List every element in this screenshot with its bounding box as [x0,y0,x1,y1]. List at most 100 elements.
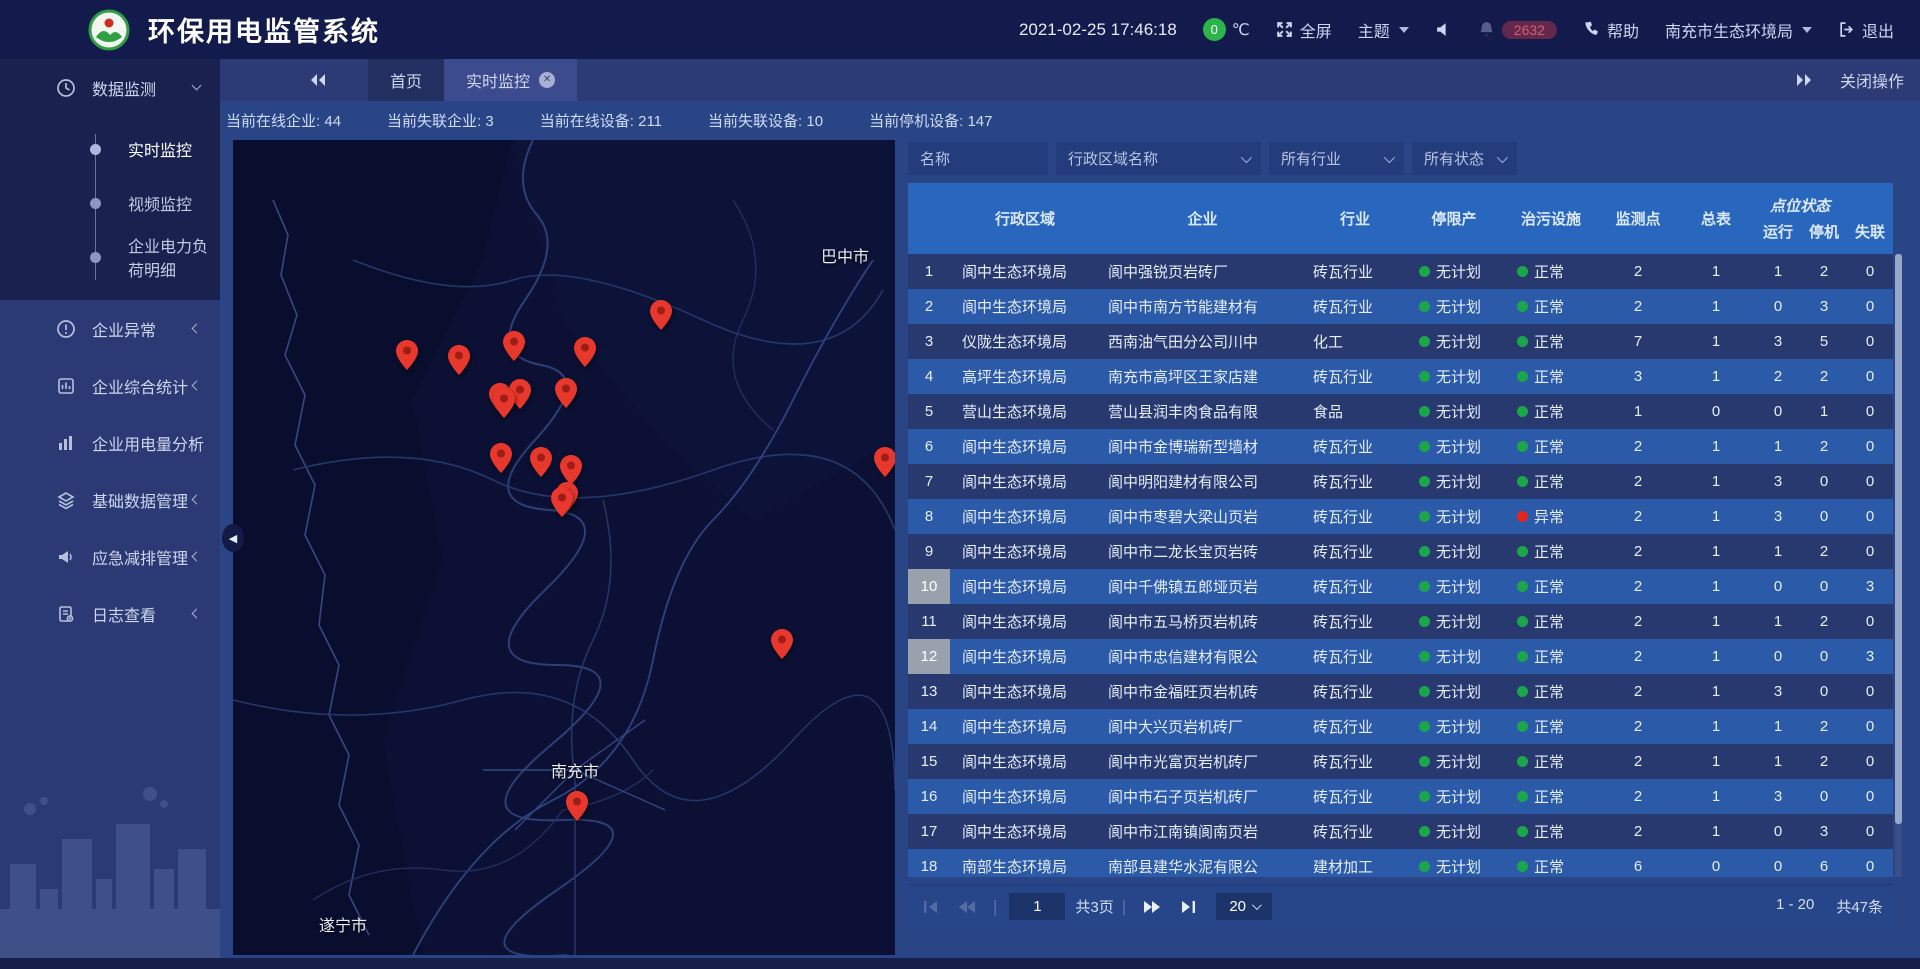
col-lost: 失联 [1847,221,1893,242]
theme-dropdown[interactable]: 主题 [1358,18,1409,42]
map-pin-icon[interactable] [396,340,418,370]
map-pin-icon[interactable] [493,388,515,418]
table-row[interactable]: 10 阆中生态环境局 阆中千佛镇五郎垭页岩 砖瓦行业 无计划 正常 2 1 0 … [908,569,1893,604]
pager-separator: | [993,897,997,917]
status-select[interactable]: 所有状态 [1412,142,1517,175]
green-dot-icon [1517,581,1528,592]
sidebar-item-数据监测[interactable]: 数据监测 [0,59,220,116]
next-page-icon[interactable] [1143,900,1161,914]
map-pin-icon[interactable] [555,378,577,408]
table-row[interactable]: 17 阆中生态环境局 阆中市江南镇阆南页岩 砖瓦行业 无计划 正常 2 1 0 … [908,814,1893,849]
app-logo-icon [88,9,130,51]
cell-industry: 砖瓦行业 [1305,604,1405,639]
scrollbar-thumb[interactable] [1895,254,1902,824]
table-row[interactable]: 5 营山生态环境局 营山县润丰肉食品有限 食品 无计划 正常 1 0 0 1 0 [908,394,1893,429]
map-collapse-handle[interactable]: ◀ [222,524,244,552]
row-number: 5 [908,394,950,429]
first-page-icon[interactable] [922,900,940,914]
cell-facility-status: 正常 [1503,849,1599,877]
sidebar-item-企业综合统计[interactable]: 企业综合统计 [0,357,220,414]
industry-select[interactable]: 所有行业 [1269,142,1404,175]
map-pin-icon[interactable] [874,447,895,477]
speaker-muted-icon[interactable] [1435,21,1452,38]
help-button[interactable]: 帮助 [1583,18,1639,42]
cell-lost: 0 [1847,289,1893,324]
page-number-input[interactable]: 1 [1009,893,1065,920]
prev-page-icon[interactable] [958,900,976,914]
cell-facility-status: 正常 [1503,569,1599,604]
cell-points: 2 [1599,744,1677,779]
sidebar-nav: 数据监测 实时监控 视频监控 企业电力负荷明细 企业异常 企业综合统计 企业用电… [0,59,220,969]
cell-industry: 砖瓦行业 [1305,709,1405,744]
sidebar-item-应急减排管理[interactable]: 应急减排管理 [0,528,220,585]
cell-region: 阆中生态环境局 [950,744,1100,779]
close-icon[interactable]: ✕ [539,72,555,88]
map-pin-icon[interactable] [771,629,793,659]
sidebar-item-label: 企业综合统计 [92,374,188,398]
table-row[interactable]: 14 阆中生态环境局 阆中大兴页岩机砖厂 砖瓦行业 无计划 正常 2 1 1 2… [908,709,1893,744]
tabs-scroll-left-icon[interactable] [308,72,328,88]
map-panel[interactable]: 巴中市南充市遂宁市 [233,140,895,955]
sidebar-item-企业异常[interactable]: 企业异常 [0,300,220,357]
region-select[interactable]: 行政区域名称 [1056,142,1261,175]
map-pin-icon[interactable] [566,791,588,821]
map-pin-icon[interactable] [574,337,596,367]
map-pin-icon[interactable] [490,443,512,473]
cell-points: 2 [1599,639,1677,674]
page-size-select[interactable]: 20 [1216,893,1272,920]
table-row[interactable]: 15 阆中生态环境局 阆中市光富页岩机砖厂 砖瓦行业 无计划 正常 2 1 1 … [908,744,1893,779]
map-pin-icon[interactable] [530,447,552,477]
table-row[interactable]: 16 阆中生态环境局 阆中市石子页岩机砖厂 砖瓦行业 无计划 正常 2 1 3 … [908,779,1893,814]
map-pin-icon[interactable] [503,331,525,361]
name-search-input[interactable]: 名称 [908,142,1048,175]
cell-meters: 1 [1677,604,1755,639]
map-pin-icon[interactable] [551,487,573,517]
sidebar-subitem-视频监控[interactable]: 视频监控 [0,176,220,230]
sidebar-item-企业用电量分析[interactable]: 企业用电量分析 [0,414,220,471]
green-dot-icon [1517,476,1528,487]
sidebar-item-label: 应急减排管理 [92,545,188,569]
sidebar-item-基础数据管理[interactable]: 基础数据管理 [0,471,220,528]
table-row[interactable]: 2 阆中生态环境局 阆中市南方节能建材有 砖瓦行业 无计划 正常 2 1 0 3… [908,289,1893,324]
table-row[interactable]: 1 阆中生态环境局 阆中强锐页岩砖厂 砖瓦行业 无计划 正常 2 1 1 2 0 [908,254,1893,289]
org-dropdown[interactable]: 南充市生态环境局 [1665,18,1812,42]
table-row[interactable]: 12 阆中生态环境局 阆中市忠信建材有限公 砖瓦行业 无计划 正常 2 1 0 … [908,639,1893,674]
table-row[interactable]: 18 南部生态环境局 南部县建华水泥有限公 建材加工 无计划 正常 6 0 0 … [908,849,1893,877]
table-row[interactable]: 4 高坪生态环境局 南充市高坪区王家店建 砖瓦行业 无计划 正常 3 1 2 2… [908,359,1893,394]
cell-points: 2 [1599,604,1677,639]
chevron-icon [192,552,202,562]
fullscreen-button[interactable]: 全屏 [1276,18,1332,42]
table-row[interactable]: 9 阆中生态环境局 阆中市二龙长宝页岩砖 砖瓦行业 无计划 正常 2 1 1 2… [908,534,1893,569]
sidebar-item-label: 数据监测 [92,76,156,100]
map-pin-icon[interactable] [448,345,470,375]
table-row[interactable]: 8 阆中生态环境局 阆中市枣碧大梁山页岩 砖瓦行业 无计划 异常 2 1 3 0… [908,499,1893,534]
cell-facility-status: 正常 [1503,744,1599,779]
table-row[interactable]: 7 阆中生态环境局 阆中明阳建材有限公司 砖瓦行业 无计划 正常 2 1 3 0… [908,464,1893,499]
cell-stop-status: 无计划 [1405,534,1503,569]
tabs-scroll-right-icon[interactable] [1794,72,1814,88]
sidebar-subitem-实时监控[interactable]: 实时监控 [0,122,220,176]
last-page-icon[interactable] [1179,900,1197,914]
table-row[interactable]: 11 阆中生态环境局 阆中市五马桥页岩机砖 砖瓦行业 无计划 正常 2 1 1 … [908,604,1893,639]
notifications[interactable]: 2632 [1478,21,1557,39]
table-row[interactable]: 6 阆中生态环境局 阆中市金博瑞新型墙材 砖瓦行业 无计划 正常 2 1 1 2… [908,429,1893,464]
page-size-value: 20 [1229,898,1246,915]
map-pin-icon[interactable] [650,300,672,330]
cell-industry: 建材加工 [1305,849,1405,877]
cell-stopped: 2 [1801,429,1847,464]
tab-首页[interactable]: 首页 [368,59,444,101]
tab-实时监控[interactable]: 实时监控✕ [444,59,577,101]
cell-region: 阆中生态环境局 [950,709,1100,744]
sidebar-item-日志查看[interactable]: 日志查看 [0,585,220,642]
table-scrollbar[interactable] [1895,254,1902,877]
close-operations-button[interactable]: 关闭操作 [1840,68,1904,92]
cell-lost: 0 [1847,849,1893,877]
green-dot-icon [1517,826,1528,837]
green-dot-icon [1419,371,1430,382]
sidebar-subitem-企业电力负荷明细[interactable]: 企业电力负荷明细 [0,230,220,284]
map-pin-icon[interactable] [560,455,582,485]
cell-run: 3 [1755,779,1801,814]
table-row[interactable]: 3 仪陇生态环境局 西南油气田分公司川中 化工 无计划 正常 7 1 3 5 0 [908,324,1893,359]
table-row[interactable]: 13 阆中生态环境局 阆中市金福旺页岩机砖 砖瓦行业 无计划 正常 2 1 3 … [908,674,1893,709]
logout-button[interactable]: 退出 [1838,18,1894,42]
